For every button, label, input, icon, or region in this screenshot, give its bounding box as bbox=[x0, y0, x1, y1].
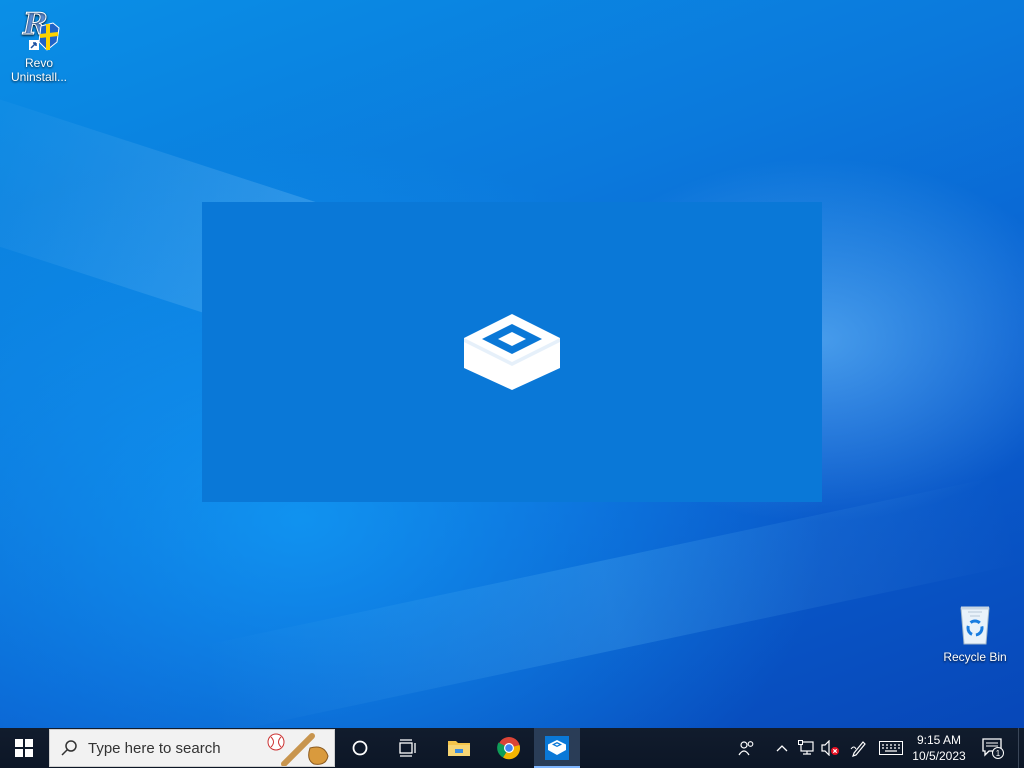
windows-sandbox-logo-icon bbox=[464, 314, 560, 390]
chrome-icon bbox=[497, 737, 521, 760]
google-chrome-button[interactable] bbox=[486, 728, 532, 768]
notification-count: 1 bbox=[996, 749, 1001, 758]
baseball-doodle-icon[interactable] bbox=[264, 730, 332, 766]
windows-sandbox-icon bbox=[545, 736, 569, 760]
volume-muted-icon bbox=[821, 740, 839, 756]
volume-button[interactable] bbox=[818, 728, 842, 768]
windows-logo-icon bbox=[15, 739, 33, 757]
task-view-button[interactable] bbox=[384, 728, 432, 768]
show-hidden-icons-button[interactable] bbox=[772, 728, 792, 768]
action-center-button[interactable]: 1 bbox=[978, 728, 1008, 768]
people-icon bbox=[738, 741, 754, 756]
wallpaper-light-beam-lower bbox=[199, 475, 1021, 728]
keyboard-icon bbox=[879, 741, 903, 755]
cortana-circle-icon bbox=[352, 740, 368, 756]
start-button[interactable] bbox=[0, 728, 48, 768]
notification-icon: 1 bbox=[982, 738, 1004, 759]
network-button[interactable] bbox=[796, 728, 818, 768]
folder-icon bbox=[448, 741, 470, 756]
recycle-bin-label: Recycle Bin bbox=[943, 650, 1007, 664]
search-icon bbox=[61, 740, 77, 756]
search-placeholder: Type here to search bbox=[88, 739, 221, 757]
revo-label-line2: Uninstall... bbox=[10, 70, 68, 84]
touch-keyboard-button[interactable] bbox=[876, 728, 906, 768]
revo-label-line1: Revo bbox=[24, 56, 53, 70]
revo-uninstaller-icon: R bbox=[15, 6, 63, 54]
taskbar: Type here to search 9:15 AM 10/5/2023 1 bbox=[0, 728, 1024, 768]
chevron-up-icon bbox=[776, 745, 788, 752]
desktop-icon-recycle-bin[interactable]: Recycle Bin bbox=[936, 600, 1014, 664]
search-input[interactable]: Type here to search bbox=[49, 729, 335, 767]
windows-ink-button[interactable] bbox=[846, 728, 872, 768]
clock[interactable]: 9:15 AM 10/5/2023 bbox=[906, 728, 972, 768]
desktop-icon-revo-uninstaller[interactable]: R Revo Uninstall... bbox=[0, 6, 78, 85]
file-explorer-button[interactable] bbox=[436, 728, 482, 768]
clock-time: 9:15 AM bbox=[916, 733, 962, 747]
clock-date: 10/5/2023 bbox=[912, 749, 966, 763]
people-button[interactable] bbox=[734, 728, 760, 768]
windows-sandbox-taskbar-button[interactable] bbox=[534, 728, 580, 768]
desktop-background: R Revo Uninstall... Recycle Bin bbox=[0, 0, 1024, 728]
recycle-bin-icon bbox=[951, 600, 999, 648]
show-desktop-button[interactable] bbox=[1018, 728, 1024, 768]
cortana-button[interactable] bbox=[336, 728, 384, 768]
windows-sandbox-splash-window bbox=[202, 202, 822, 502]
task-view-icon bbox=[399, 739, 416, 757]
network-icon bbox=[798, 740, 814, 755]
pen-icon bbox=[850, 741, 866, 757]
